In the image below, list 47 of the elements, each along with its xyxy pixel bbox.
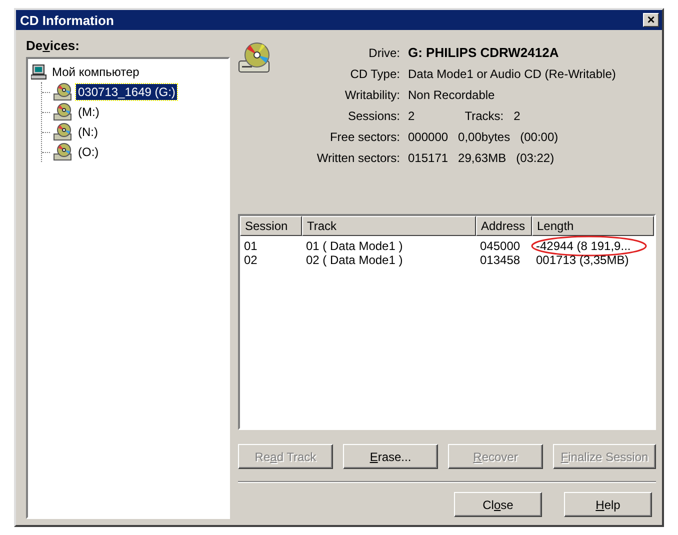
info-value: 2 [514,109,520,123]
column-header[interactable]: Track [302,216,476,236]
info-label: Sessions: [346,109,400,123]
computer-icon [31,64,47,80]
tree-item[interactable]: (O:) [76,144,101,160]
close-button[interactable]: × [643,13,659,27]
cd-drive-icon [53,83,73,101]
info-value: Non Recordable [408,88,495,102]
devices-label: Devices: [26,38,80,53]
info-value: G: PHILIPS CDRW2412A [408,46,559,60]
tree-item[interactable]: 030713_1649 (G:) [76,84,178,100]
dialog-button[interactable]: Help [564,492,652,517]
table-cell-text: 01 [243,239,258,253]
info-value: Tracks: [464,109,504,123]
info-value: (00:00) [520,130,558,144]
info-label: Free sectors: [328,130,400,144]
info-value: 015171 [408,151,448,165]
tree-item[interactable]: (M:) [76,104,102,120]
table-cell-text: 01 ( Data Mode1 ) [305,239,404,253]
info-value: 29,63MB [458,151,506,165]
table-cell-text: 02 [243,253,258,267]
cd-drive-icon [53,103,73,121]
action-button[interactable]: Erase... [343,444,438,469]
info-value: 2 [408,109,415,123]
cd-drive-icon [53,123,73,141]
column-header[interactable]: Session [240,216,302,236]
table-cell: -42944 (8 191,9... [532,239,654,253]
cd-drive-icon [53,143,73,161]
info-label: Drive: [368,46,400,60]
tree-item[interactable]: (N:) [76,124,100,140]
dialog-button[interactable]: Close [454,492,542,517]
info-label: Written sectors: [316,151,400,165]
window-title: CD Information [20,12,114,28]
info-value: (03:22) [516,151,554,165]
info-label: Writability: [344,88,400,102]
table-cell-text: 001713 (3,35MB) [535,253,630,267]
column-header[interactable]: Length [532,216,654,236]
table-cell-text: 013458 [479,253,522,267]
info-label: CD Type: [349,67,400,81]
info-value: 0,00bytes [458,130,510,144]
info-value: Data Mode1 or Audio CD (Re-Writable) [408,67,616,81]
table-cell-text: 02 ( Data Mode1 ) [305,253,404,267]
tree-item[interactable]: Мой компьютер [50,64,142,80]
column-header[interactable]: Address [476,216,532,236]
cd-drive-icon [238,42,272,74]
info-value: 000000 [408,130,448,144]
table-cell-text: 045000 [479,239,522,253]
